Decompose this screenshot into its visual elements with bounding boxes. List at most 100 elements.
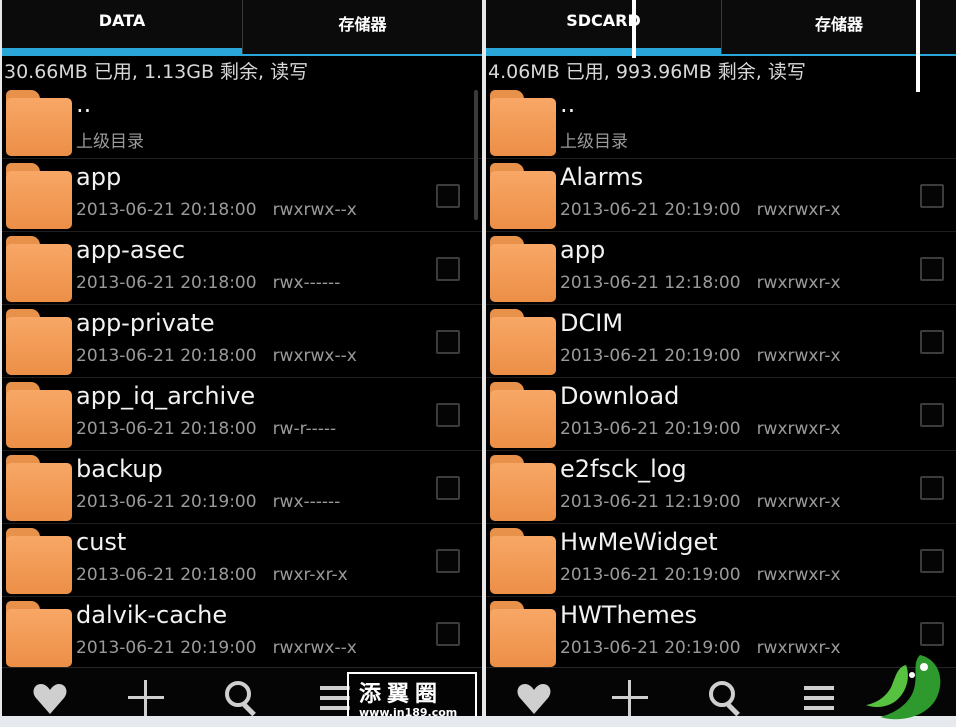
folder-icon — [490, 309, 556, 375]
file-permissions: rwxrwxr-x — [756, 419, 841, 439]
file-meta: 2013-06-21 20:19:00 rwxrwxr-x — [560, 200, 841, 220]
tab-underline — [2, 54, 482, 56]
folder-icon — [490, 163, 556, 229]
file-permissions: rwxrwxr-x — [756, 273, 841, 293]
watermark-title: 添翼圈 — [359, 681, 444, 707]
screen-artifact — [916, 0, 920, 92]
file-meta: 2013-06-21 20:18:00 rwx------ — [76, 273, 340, 293]
file-date: 2013-06-21 20:19:00 — [560, 565, 741, 585]
tab-storage[interactable]: 存储器 — [242, 0, 482, 54]
file-name: .. — [76, 90, 92, 118]
file-name: HWThemes — [560, 601, 698, 629]
search-icon[interactable] — [220, 676, 264, 720]
folder-icon — [490, 236, 556, 302]
select-checkbox[interactable] — [920, 257, 944, 281]
file-meta: 2013-06-21 20:19:00 rwx------ — [76, 492, 340, 512]
file-meta: 上级目录 — [76, 127, 144, 152]
file-name: cust — [76, 528, 127, 556]
file-name: HwMeWidget — [560, 528, 718, 556]
menu-icon[interactable] — [800, 676, 844, 720]
list-item[interactable]: Alarms 2013-06-21 20:19:00 rwxrwxr-x — [486, 159, 956, 232]
file-name: app — [76, 163, 122, 191]
select-checkbox[interactable] — [436, 403, 460, 427]
file-list: .. 上级目录 app 2013-06-21 20:18:00 rwxrwx--x… — [2, 86, 482, 670]
file-date: 2013-06-21 20:19:00 — [560, 638, 741, 658]
list-item-parent[interactable]: .. 上级目录 — [2, 86, 482, 159]
folder-icon — [6, 601, 72, 667]
list-item[interactable]: app-asec 2013-06-21 20:18:00 rwx------ — [2, 232, 482, 305]
watermark: 添翼圈 www.in189.com — [347, 672, 477, 722]
list-item[interactable]: app_iq_archive 2013-06-21 20:18:00 rw-r--… — [2, 378, 482, 451]
folder-icon — [6, 236, 72, 302]
file-permissions: rwxrwx--x — [272, 638, 357, 658]
folder-icon — [490, 382, 556, 448]
list-item[interactable]: backup 2013-06-21 20:19:00 rwx------ — [2, 451, 482, 524]
file-permissions: rwx------ — [272, 492, 341, 512]
folder-icon — [6, 90, 72, 156]
tab-storage[interactable]: 存储器 — [721, 0, 956, 54]
select-checkbox[interactable] — [436, 330, 460, 354]
list-item[interactable]: app-private 2013-06-21 20:18:00 rwxrwx--x — [2, 305, 482, 378]
list-item[interactable]: DCIM 2013-06-21 20:19:00 rwxrwxr-x — [486, 305, 956, 378]
list-item[interactable]: dalvik-cache 2013-06-21 20:19:00 rwxrwx--… — [2, 597, 482, 670]
file-manager-sdcard-panel: SDCARD 存储器 4.06MB 已用, 993.96MB 剩余, 读写 ..… — [486, 0, 956, 727]
select-checkbox[interactable] — [920, 330, 944, 354]
folder-icon — [6, 163, 72, 229]
file-date: 2013-06-21 20:19:00 — [76, 492, 257, 512]
tab-data[interactable]: DATA — [2, 0, 242, 54]
scrollbar[interactable] — [474, 90, 478, 220]
file-name: .. — [560, 90, 576, 118]
heart-icon[interactable] — [28, 676, 72, 720]
file-permissions: rwxrwxr-x — [756, 565, 841, 585]
tab-sdcard[interactable]: SDCARD — [486, 0, 721, 54]
file-meta: 2013-06-21 12:18:00 rwxrwxr-x — [560, 273, 841, 293]
file-name: Download — [560, 382, 680, 410]
tab-label: 存储器 — [814, 15, 863, 34]
search-icon[interactable] — [704, 676, 748, 720]
file-date: 上级目录 — [76, 132, 144, 152]
file-name: app-asec — [76, 236, 186, 264]
list-item[interactable]: e2fsck_log 2013-06-21 12:19:00 rwxrwxr-x — [486, 451, 956, 524]
select-checkbox[interactable] — [436, 549, 460, 573]
tab-bar: DATA 存储器 — [2, 0, 482, 56]
list-item[interactable]: app 2013-06-21 12:18:00 rwxrwxr-x — [486, 232, 956, 305]
select-checkbox[interactable] — [920, 622, 944, 646]
list-item[interactable]: Download 2013-06-21 20:19:00 rwxrwxr-x — [486, 378, 956, 451]
select-checkbox[interactable] — [920, 476, 944, 500]
tab-label: SDCARD — [566, 11, 641, 30]
file-permissions: rwxrwxr-x — [756, 638, 841, 658]
file-name: app_iq_archive — [76, 382, 256, 410]
select-checkbox[interactable] — [920, 549, 944, 573]
screen-artifact — [632, 0, 636, 58]
file-name: Alarms — [560, 163, 644, 191]
file-date: 2013-06-21 20:19:00 — [560, 419, 741, 439]
heart-icon[interactable] — [512, 676, 556, 720]
file-name: app — [560, 236, 606, 264]
file-date: 2013-06-21 20:19:00 — [76, 638, 257, 658]
list-item[interactable]: cust 2013-06-21 20:18:00 rwxr-xr-x — [2, 524, 482, 597]
select-checkbox[interactable] — [920, 184, 944, 208]
select-checkbox[interactable] — [920, 403, 944, 427]
add-icon[interactable] — [124, 676, 168, 720]
list-item[interactable]: app 2013-06-21 20:18:00 rwxrwx--x — [2, 159, 482, 232]
file-permissions: rw-r----- — [272, 419, 337, 439]
select-checkbox[interactable] — [436, 476, 460, 500]
select-checkbox[interactable] — [436, 257, 460, 281]
add-icon[interactable] — [608, 676, 652, 720]
file-name: e2fsck_log — [560, 455, 687, 483]
file-name: dalvik-cache — [76, 601, 228, 629]
folder-icon — [6, 528, 72, 594]
list-item[interactable]: HwMeWidget 2013-06-21 20:19:00 rwxrwxr-x — [486, 524, 956, 597]
storage-info: 4.06MB 已用, 993.96MB 剩余, 读写 — [488, 61, 806, 83]
file-meta: 2013-06-21 20:18:00 rwxrwx--x — [76, 200, 357, 220]
select-checkbox[interactable] — [436, 184, 460, 208]
file-permissions: rwxrwxr-x — [756, 492, 841, 512]
list-item-parent[interactable]: .. 上级目录 — [486, 86, 956, 159]
select-checkbox[interactable] — [436, 622, 460, 646]
file-meta: 上级目录 — [560, 127, 628, 152]
file-permissions: rwxrwx--x — [272, 200, 357, 220]
file-date: 2013-06-21 20:18:00 — [76, 565, 257, 585]
footer-strip — [0, 716, 956, 727]
file-permissions: rwx------ — [272, 273, 341, 293]
file-manager-data-panel: DATA 存储器 30.66MB 已用, 1.13GB 剩余, 读写 .. 上级… — [2, 0, 482, 727]
